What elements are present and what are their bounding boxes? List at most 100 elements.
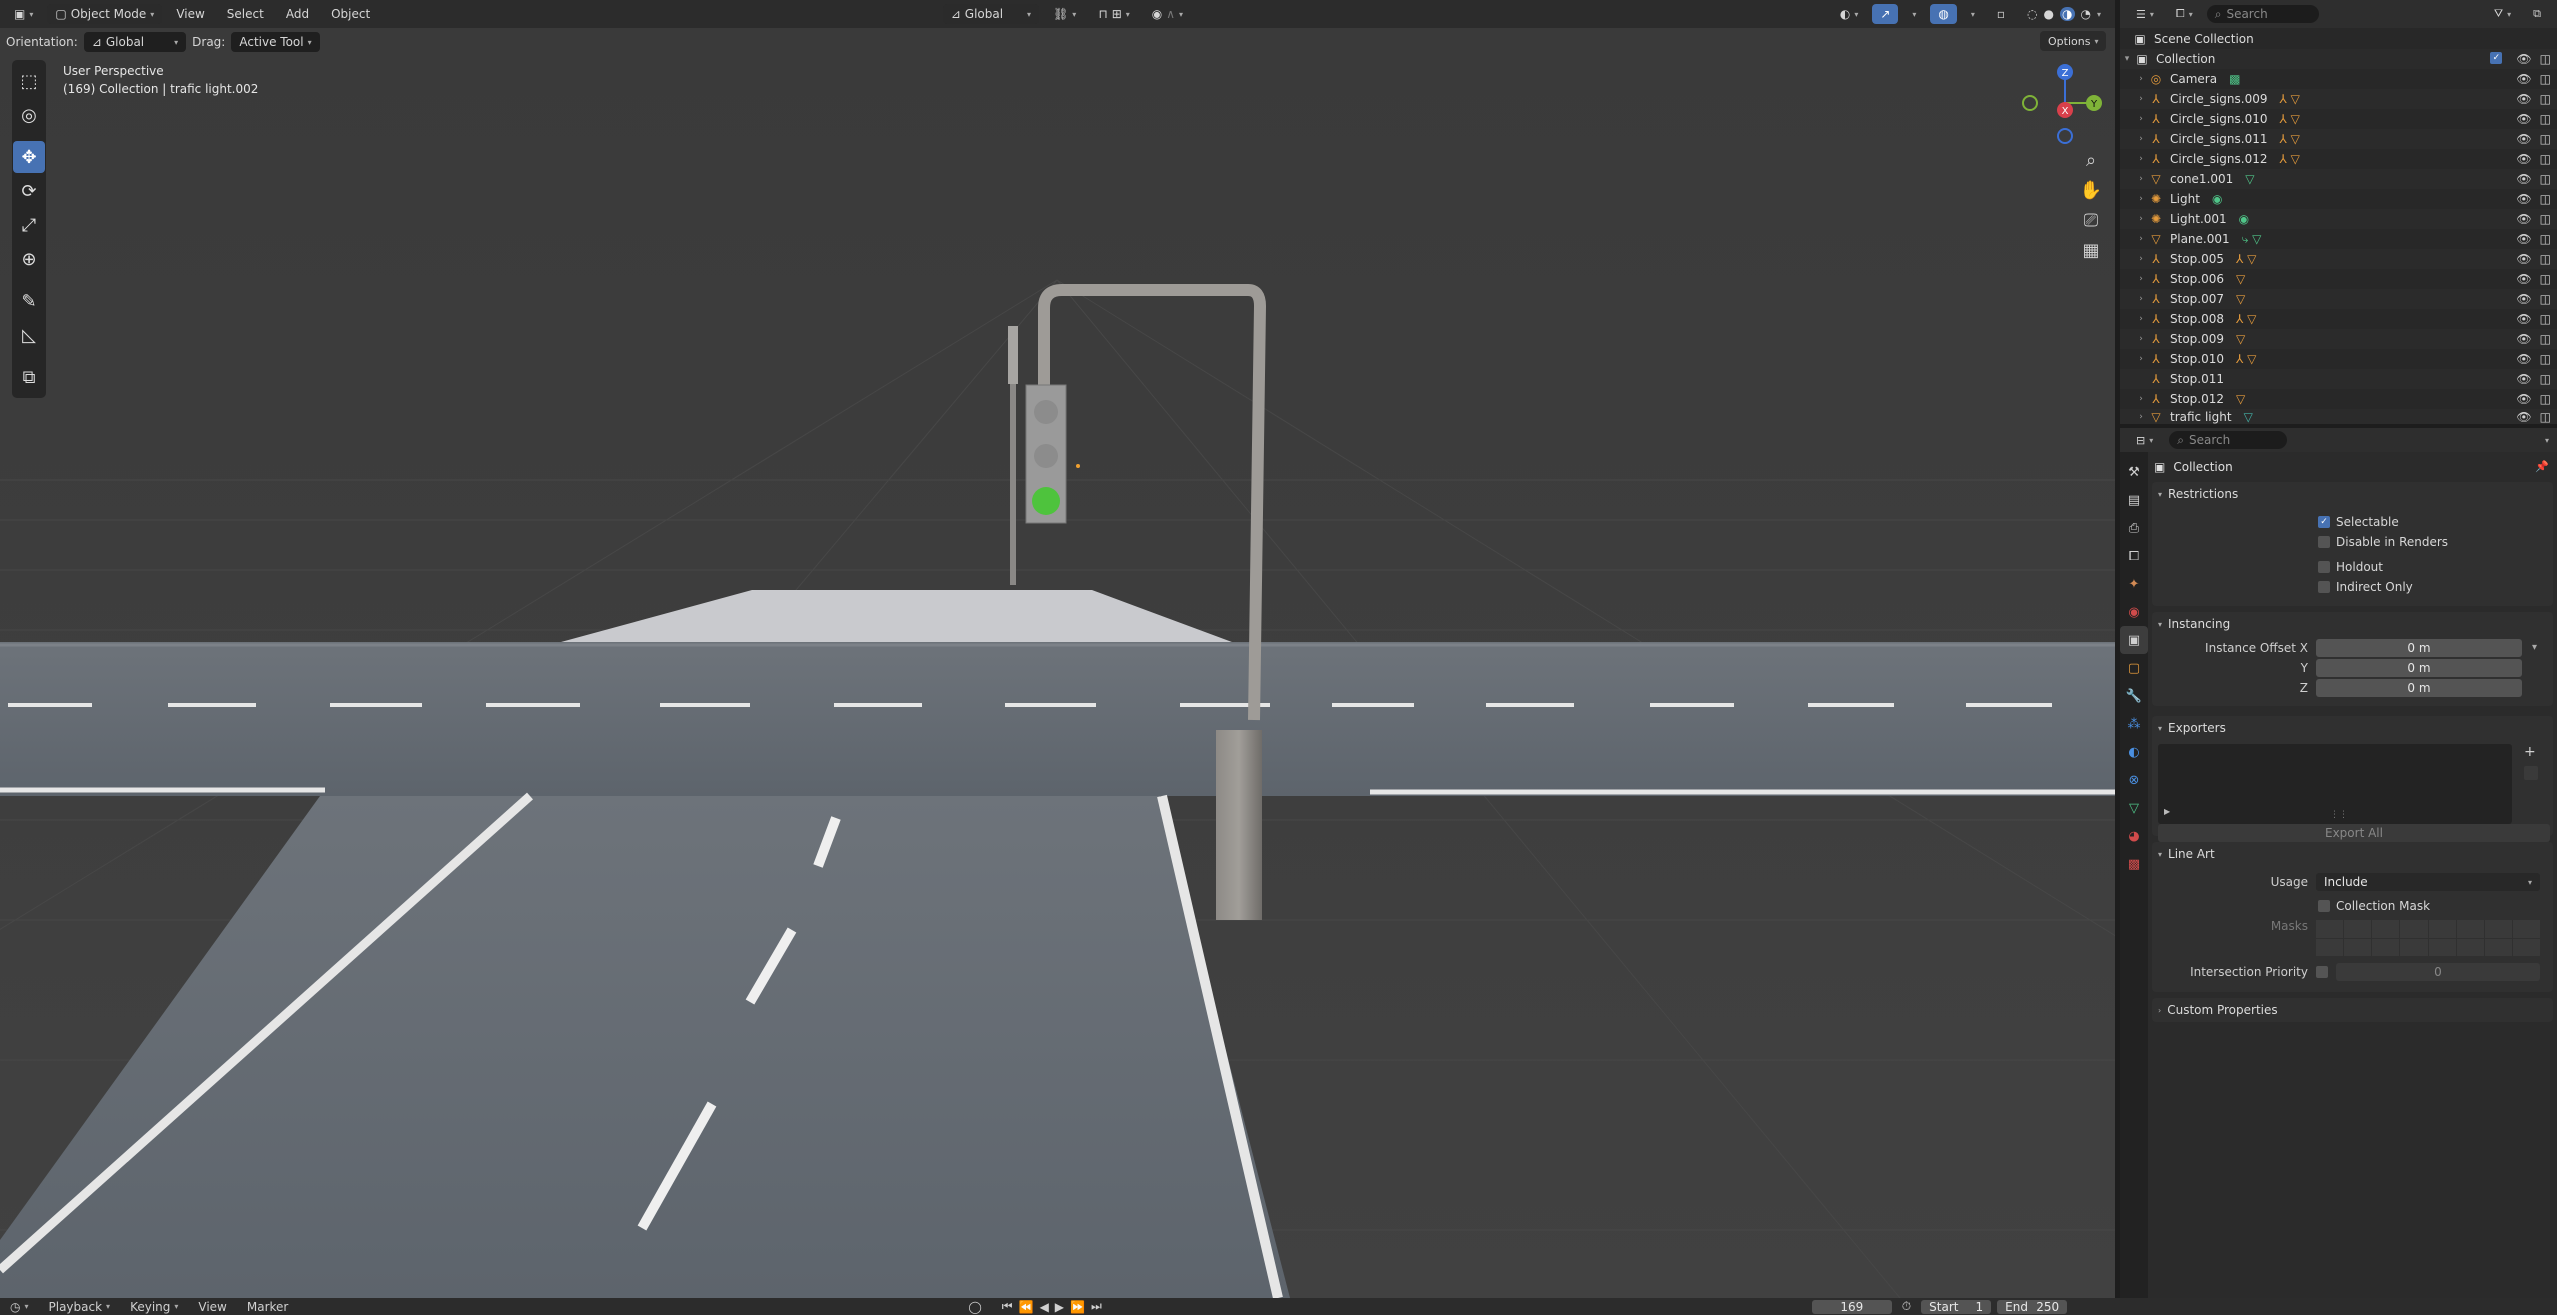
camera-render-icon[interactable]: ◫ — [2540, 410, 2551, 424]
exclude-checkbox[interactable]: ✓ — [2490, 52, 2503, 64]
solid-shading-icon[interactable]: ● — [2044, 7, 2054, 21]
snap-toggle[interactable]: ⊓ ⊞ ▾ — [1090, 4, 1137, 24]
outliner-item[interactable]: › ⅄ Circle_signs.011 ⅄ ▽ 👁 ◫ — [2120, 129, 2557, 149]
outliner-item[interactable]: › ⅄ Stop.010 ⅄ ▽ 👁 ◫ — [2120, 349, 2557, 369]
line-art-header[interactable]: ▾ Line Art — [2152, 842, 2553, 866]
expand-arrow-icon[interactable]: › — [2134, 274, 2148, 284]
disable-in-renders-checkbox[interactable]: Disable in Renders — [2318, 532, 2448, 552]
wireframe-shading-icon[interactable]: ◌ — [2027, 7, 2037, 21]
restrictions-header[interactable]: ▾ Restrictions — [2152, 482, 2553, 506]
outliner-item[interactable]: › ⅄ Stop.012 ▽ 👁 ◫ — [2120, 389, 2557, 409]
add-exporter-icon[interactable]: + — [2524, 744, 2536, 760]
eye-icon[interactable]: 👁 — [2516, 92, 2531, 106]
expand-arrow-icon[interactable]: ▾ — [2120, 54, 2134, 64]
menu-view[interactable]: View — [168, 4, 212, 24]
expand-arrow-icon[interactable]: › — [2134, 234, 2148, 244]
annotate-tool[interactable]: ✎ — [13, 285, 45, 317]
camera-render-icon[interactable]: ◫ — [2540, 332, 2551, 346]
camera-render-icon[interactable]: ◫ — [2540, 112, 2551, 126]
menu-timeline-view[interactable]: View — [188, 1300, 236, 1314]
expand-arrow-icon[interactable]: › — [2134, 334, 2148, 344]
eye-icon[interactable]: 👁 — [2516, 312, 2531, 326]
camera-render-icon[interactable]: ◫ — [2540, 392, 2551, 406]
expand-arrow-icon[interactable]: › — [2134, 114, 2148, 124]
tool-tab-icon[interactable]: ⚒ — [2120, 458, 2148, 486]
start-frame-field[interactable]: Start 1 — [1921, 1299, 1992, 1314]
pivot-point-button[interactable]: ⛓ ▾ — [1045, 4, 1084, 24]
visibility-button[interactable]: ◐ ▾ — [1832, 4, 1867, 24]
orientation-dropdown[interactable]: ⊿ Global ▾ — [83, 32, 187, 52]
outliner-item[interactable]: › ⅄ Stop.008 ⅄ ▽ 👁 ◫ — [2120, 309, 2557, 329]
gizmo-toggle[interactable]: ↗ — [1872, 4, 1899, 24]
modifier-tab-icon[interactable]: 🔧 — [2120, 682, 2148, 710]
new-collection-button[interactable]: ⧉ — [2525, 4, 2549, 24]
masks-grid[interactable] — [2316, 920, 2540, 956]
rendered-shading-icon[interactable]: ◔ — [2081, 7, 2091, 21]
menu-icon[interactable] — [2524, 766, 2538, 780]
eye-icon[interactable]: 👁 — [2516, 352, 2531, 366]
camera-render-icon[interactable]: ◫ — [2540, 52, 2551, 66]
eye-icon[interactable]: 👁 — [2516, 272, 2531, 286]
data-tab-icon[interactable]: ▽ — [2120, 794, 2148, 822]
transform-orientation-dropdown[interactable]: ⊿ Global ▾ — [942, 4, 1040, 24]
camera-render-icon[interactable]: ◫ — [2540, 252, 2551, 266]
eye-icon[interactable]: 👁 — [2516, 172, 2531, 186]
export-all-button[interactable]: Export All — [2158, 824, 2550, 842]
expand-arrow-icon[interactable]: › — [2134, 394, 2148, 404]
play-reverse-icon[interactable]: ◀ — [1040, 1300, 1049, 1314]
outliner-item[interactable]: › ⅄ Stop.006 ▽ 👁 ◫ — [2120, 269, 2557, 289]
eye-icon[interactable]: 👁 — [2516, 392, 2531, 406]
next-keyframe-icon[interactable]: ⏩ — [1070, 1300, 1085, 1314]
pan-hand-icon[interactable]: ✋ — [2075, 175, 2107, 205]
drag-dropdown[interactable]: Active Tool ▾ — [231, 32, 320, 52]
add-cube-tool[interactable]: ⧉ — [13, 361, 45, 393]
outliner-item[interactable]: › ⅄ Stop.009 ▽ 👁 ◫ — [2120, 329, 2557, 349]
eye-icon[interactable]: 👁 — [2516, 252, 2531, 266]
instance-offset-z-field[interactable]: 0 m — [2316, 679, 2522, 697]
collection-tab-icon[interactable]: ▣ — [2120, 626, 2148, 654]
constraints-tab-icon[interactable]: ⊗ — [2120, 766, 2148, 794]
expand-arrow-icon[interactable]: › — [2134, 194, 2148, 204]
zoom-icon[interactable]: ⌕ — [2075, 145, 2107, 175]
eye-icon[interactable]: 👁 — [2516, 112, 2531, 126]
camera-render-icon[interactable]: ◫ — [2540, 72, 2551, 86]
eye-icon[interactable]: 👁 — [2516, 52, 2531, 66]
menu-object[interactable]: Object — [323, 4, 378, 24]
camera-render-icon[interactable]: ◫ — [2540, 132, 2551, 146]
camera-render-icon[interactable]: ◫ — [2540, 292, 2551, 306]
expand-arrow-icon[interactable]: › — [2134, 154, 2148, 164]
particles-tab-icon[interactable]: ⁂ — [2120, 710, 2148, 738]
camera-render-icon[interactable]: ◫ — [2540, 172, 2551, 186]
properties-editor-button[interactable]: ⊟ ▾ — [2128, 430, 2161, 450]
holdout-checkbox[interactable]: Holdout — [2318, 557, 2383, 577]
expand-arrow-icon[interactable]: ▶ — [2164, 807, 2170, 816]
transform-tool[interactable]: ⊕ — [13, 243, 45, 275]
outliner-item[interactable]: › ◎ Camera ▩ 👁 ◫ — [2120, 69, 2557, 89]
eye-icon[interactable]: 👁 — [2516, 232, 2531, 246]
measure-tool[interactable]: ◺ — [13, 319, 45, 351]
outliner-item[interactable]: › ▽ Plane.001 ⤷ ▽ 👁 ◫ — [2120, 229, 2557, 249]
physics-tab-icon[interactable]: ◐ — [2120, 738, 2148, 766]
outliner-item[interactable]: › ▽ trafic light ▽ 👁 ◫ — [2120, 409, 2557, 424]
display-mode-button[interactable]: ⧠ ▾ — [2168, 4, 2201, 24]
chevron-down-icon[interactable]: ▾ — [2532, 642, 2537, 653]
navigation-gizmo[interactable]: Z Y X — [2020, 58, 2110, 148]
expand-arrow-icon[interactable]: › — [2134, 74, 2148, 84]
exporters-list[interactable]: ▶ ⋮⋮ — [2158, 744, 2512, 824]
outliner-item[interactable]: ⅄ Stop.011 👁 ◫ — [2120, 369, 2557, 389]
camera-render-icon[interactable]: ◫ — [2540, 352, 2551, 366]
timeline-editor-button[interactable]: ◷ ▾ — [0, 1300, 39, 1314]
chevron-down-icon[interactable]: ▾ — [2097, 10, 2101, 19]
expand-arrow-icon[interactable]: › — [2134, 174, 2148, 184]
gizmo-dropdown[interactable]: ▾ — [1904, 4, 1924, 24]
prev-keyframe-icon[interactable]: ⏪ — [1019, 1300, 1034, 1314]
camera-render-icon[interactable]: ◫ — [2540, 272, 2551, 286]
camera-render-icon[interactable]: ◫ — [2540, 152, 2551, 166]
eye-icon[interactable]: 👁 — [2516, 332, 2531, 346]
expand-arrow-icon[interactable]: › — [2134, 134, 2148, 144]
eye-icon[interactable]: 👁 — [2516, 72, 2531, 86]
camera-render-icon[interactable]: ◫ — [2540, 372, 2551, 386]
cursor-tool[interactable]: ◎ — [13, 99, 45, 131]
outliner-item[interactable]: › ⅄ Stop.007 ▽ 👁 ◫ — [2120, 289, 2557, 309]
exporters-header[interactable]: ▾ Exporters — [2152, 716, 2553, 740]
